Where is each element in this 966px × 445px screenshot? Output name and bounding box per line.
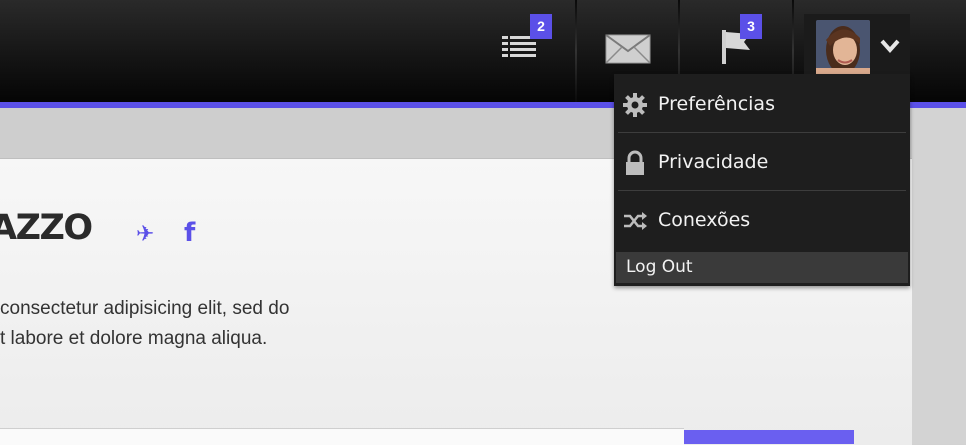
lock-icon xyxy=(626,150,644,175)
menu-item-label: Conexões xyxy=(658,209,751,231)
bottom-action-button[interactable] xyxy=(684,430,854,444)
menu-item-label: Preferências xyxy=(658,93,775,115)
tasks-badge: 2 xyxy=(530,14,552,39)
menu-divider xyxy=(618,190,906,191)
list-icon xyxy=(502,36,536,57)
logout-button[interactable]: Log Out xyxy=(616,252,908,283)
avatar[interactable] xyxy=(816,20,870,76)
menu-item-label: Privacidade xyxy=(658,151,769,173)
avatar-image xyxy=(816,20,870,76)
tasks-button[interactable]: 2 xyxy=(484,0,574,100)
profile-name: AZZO xyxy=(0,208,93,248)
right-gutter xyxy=(912,108,966,444)
bio-line: t labore et dolore magna aliqua. xyxy=(0,328,268,349)
chevron-down-icon[interactable] xyxy=(880,38,900,54)
twitter-icon[interactable]: ✈ xyxy=(136,222,154,247)
gear-icon xyxy=(623,93,647,117)
shuffle-icon xyxy=(624,212,647,230)
menu-divider xyxy=(618,132,906,133)
bio-line: consectetur adipisicing elit, sed do xyxy=(0,298,290,319)
notifications-badge: 3 xyxy=(740,14,762,39)
profile-bio: consectetur adipisicing elit, sed do t l… xyxy=(0,294,420,354)
user-menu-toggle[interactable] xyxy=(804,14,910,82)
facebook-icon[interactable]: f xyxy=(184,218,195,248)
menu-item-privacy[interactable]: Privacidade xyxy=(614,134,910,190)
envelope-icon xyxy=(605,34,651,64)
user-dropdown-menu: Preferências Privacidade Conexões Log Ou… xyxy=(614,74,910,286)
menu-item-connections[interactable]: Conexões xyxy=(614,192,910,248)
menu-item-preferences[interactable]: Preferências xyxy=(614,76,910,132)
bottom-input-area[interactable] xyxy=(0,428,684,445)
